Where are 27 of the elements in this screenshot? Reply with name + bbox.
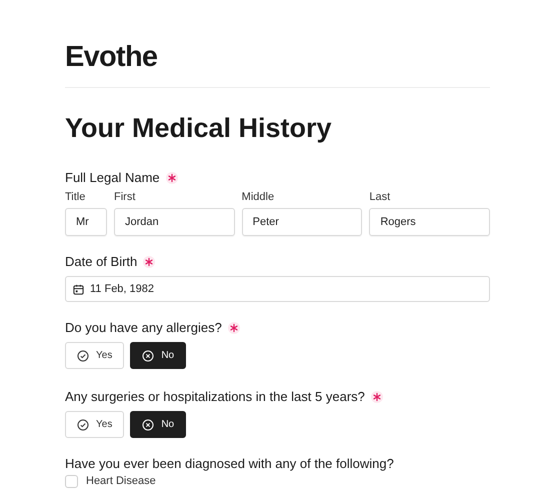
logo: Evothe xyxy=(65,40,158,74)
x-circle-icon xyxy=(142,418,154,430)
calendar-icon xyxy=(73,284,84,294)
text-input-field[interactable]: Jordan xyxy=(114,208,235,236)
text-input-field[interactable]: Mr xyxy=(65,208,107,236)
text-input-field[interactable]: Peter xyxy=(242,208,362,236)
option-button[interactable]: Yes xyxy=(65,342,124,369)
text-input-field[interactable]: Rogers xyxy=(369,208,490,236)
field-label: Date of Birth xyxy=(65,254,138,270)
checkbox-label: Heart Disease xyxy=(86,475,156,488)
check-circle-icon xyxy=(77,350,89,362)
field-label: Full Legal Name xyxy=(65,170,160,186)
page-title: Your Medical History xyxy=(65,112,333,144)
x-circle-icon xyxy=(142,350,154,362)
field-label: Title xyxy=(65,190,86,204)
checkbox[interactable] xyxy=(65,475,78,488)
option-button[interactable]: No xyxy=(130,342,186,369)
field-label: Any surgeries or hospitalizations in the last 5 years? xyxy=(65,389,365,405)
field-label: Last xyxy=(369,190,392,204)
field-label: First xyxy=(114,190,136,204)
check-circle-icon xyxy=(77,418,89,430)
field-label: Have you ever been diagnosed with any of the following? xyxy=(65,456,394,472)
field-label: Do you have any allergies? xyxy=(65,320,222,336)
option-button[interactable]: No xyxy=(130,411,186,438)
option-button[interactable]: Yes xyxy=(65,411,124,438)
field-label: Middle xyxy=(242,190,276,204)
date-input-field[interactable]: 11 Feb, 1982 xyxy=(65,276,490,302)
